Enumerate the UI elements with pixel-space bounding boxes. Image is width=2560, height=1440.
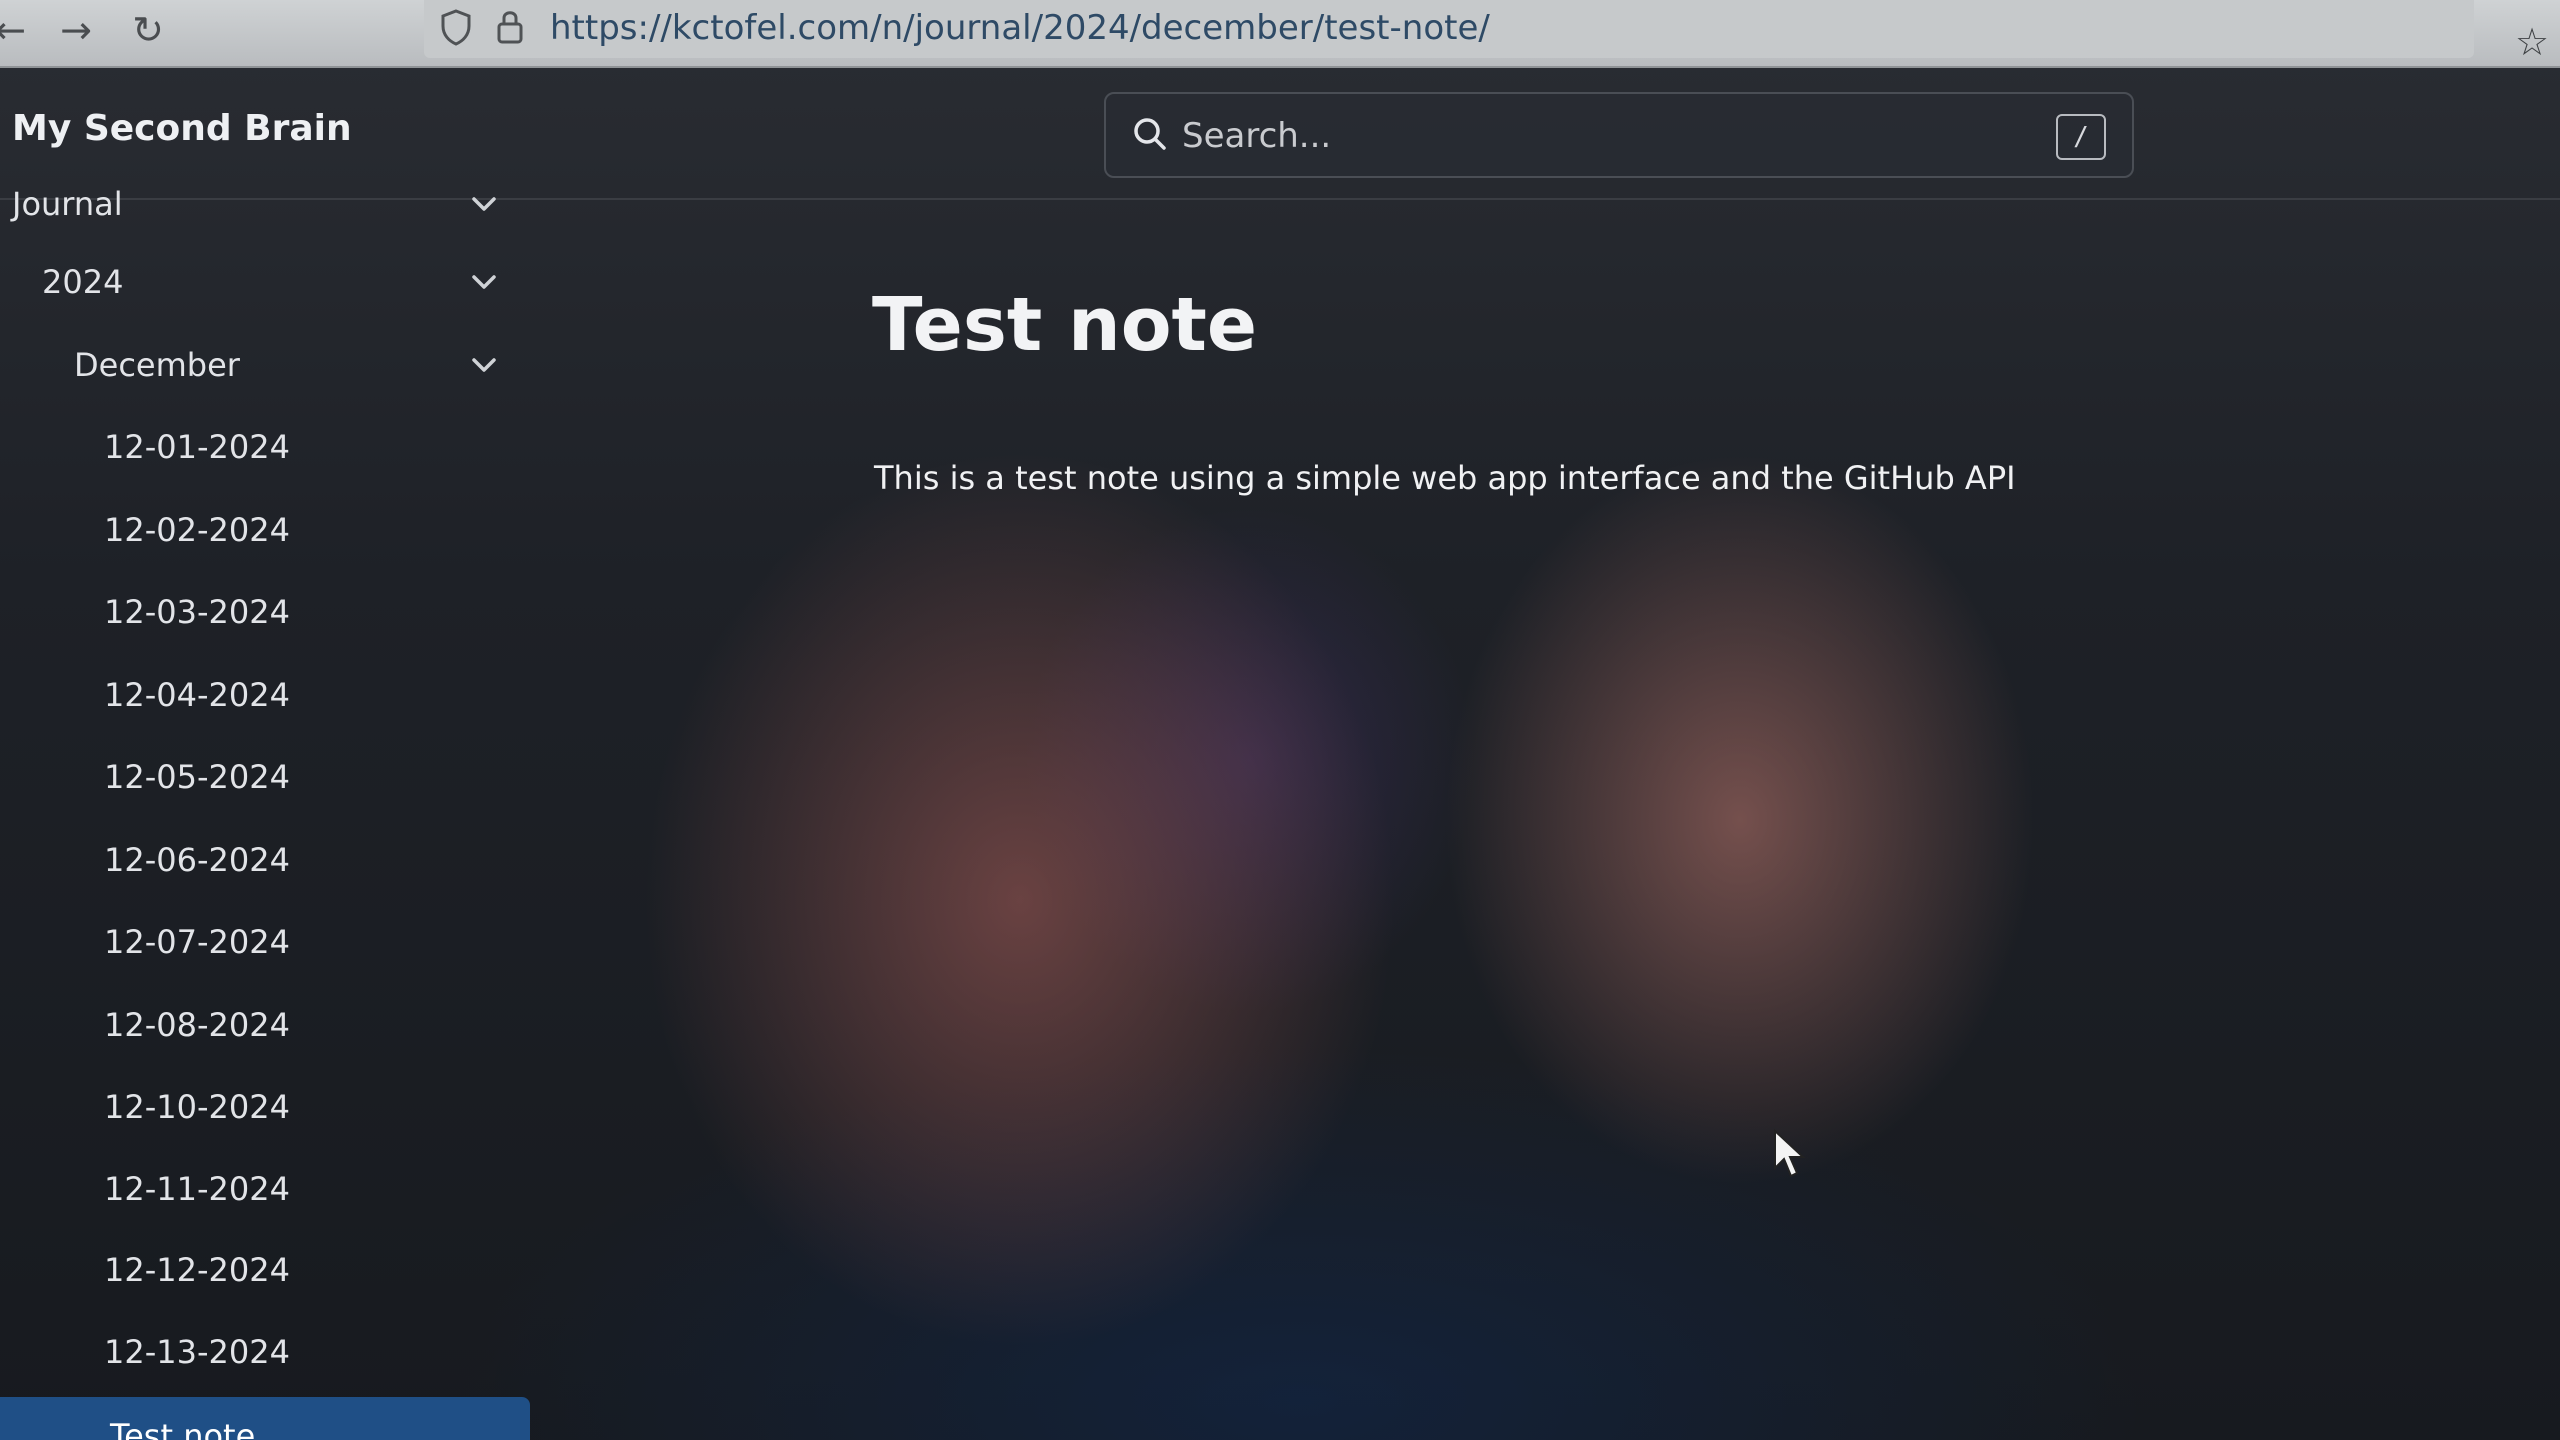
sidebar-item-12-11-2024[interactable]: 12-11-2024: [0, 1154, 520, 1224]
sidebar-section-label: December: [74, 346, 240, 384]
search-shortcut-hint: /: [2056, 114, 2106, 160]
search-bar[interactable]: /: [1104, 92, 2134, 178]
sidebar-item-label: 12-13-2024: [104, 1333, 290, 1371]
app-window: ← → ↻ https://kctofel.com/n/journal/2024…: [0, 0, 2560, 1440]
site-title[interactable]: My Second Brain: [12, 108, 352, 149]
url-text[interactable]: https://kctofel.com/n/journal/2024/decem…: [550, 6, 1490, 50]
sidebar-item-test-note[interactable]: Test note: [0, 1397, 530, 1440]
search-icon: [1134, 118, 1166, 150]
sidebar-item-label: 12-04-2024: [104, 676, 290, 714]
back-arrow-icon[interactable]: ←: [0, 6, 34, 54]
sidebar-section-label: 2024: [42, 263, 124, 301]
app-header: My Second Brain /: [0, 68, 2560, 200]
forward-arrow-icon[interactable]: →: [52, 6, 100, 54]
sidebar-item-label: 12-07-2024: [104, 923, 290, 961]
chevron-down-icon: [472, 358, 496, 372]
chevron-down-icon: [472, 275, 496, 289]
sidebar-section-label: Journal: [12, 185, 123, 223]
shield-icon-svg: [441, 9, 471, 46]
sidebar-item-label: 12-08-2024: [104, 1006, 290, 1044]
shield-icon[interactable]: [436, 8, 476, 48]
sidebar-item-12-13-2024[interactable]: 12-13-2024: [0, 1317, 520, 1387]
sidebar-item-12-02-2024[interactable]: 12-02-2024: [0, 495, 520, 565]
sidebar-item-label: 12-01-2024: [104, 428, 290, 466]
sidebar-nav: Journal 2024 December 12-01-2024 12-02-2…: [0, 185, 540, 1440]
lock-icon-svg: [497, 11, 523, 44]
sidebar-item-label: 12-02-2024: [104, 511, 290, 549]
lock-icon[interactable]: [490, 8, 530, 48]
sidebar-item-12-04-2024[interactable]: 12-04-2024: [0, 660, 520, 730]
browser-toolbar: ← → ↻ https://kctofel.com/n/journal/2024…: [0, 0, 2560, 68]
note-body: This is a test note using a simple web a…: [874, 459, 2016, 497]
sidebar-item-label: 12-05-2024: [104, 758, 290, 796]
search-input[interactable]: [1180, 108, 2014, 164]
sidebar-section-journal[interactable]: Journal: [0, 185, 520, 239]
sidebar-item-12-05-2024[interactable]: 12-05-2024: [0, 742, 520, 812]
sidebar-item-12-12-2024[interactable]: 12-12-2024: [0, 1235, 520, 1305]
star-icon[interactable]: ☆: [2508, 18, 2556, 66]
sidebar-item-label: 12-03-2024: [104, 593, 290, 631]
sidebar-item-label: Test note: [110, 1417, 256, 1440]
page-title: Test note: [872, 282, 1258, 368]
sidebar-section-2024[interactable]: 2024: [0, 247, 520, 317]
mouse-cursor-icon: [1774, 1128, 1806, 1178]
sidebar-item-label: 12-06-2024: [104, 841, 290, 879]
sidebar-item-12-06-2024[interactable]: 12-06-2024: [0, 825, 520, 895]
sidebar-item-12-10-2024[interactable]: 12-10-2024: [0, 1072, 520, 1142]
sidebar-item-label: 12-11-2024: [104, 1170, 290, 1208]
chevron-down-icon: [472, 197, 496, 211]
address-bar[interactable]: https://kctofel.com/n/journal/2024/decem…: [424, 0, 2474, 58]
sidebar-item-12-01-2024[interactable]: 12-01-2024: [0, 412, 520, 482]
reload-icon[interactable]: ↻: [124, 6, 172, 54]
sidebar-item-12-08-2024[interactable]: 12-08-2024: [0, 990, 520, 1060]
sidebar-item-label: 12-12-2024: [104, 1251, 290, 1289]
sidebar-item-12-07-2024[interactable]: 12-07-2024: [0, 907, 520, 977]
sidebar-section-december[interactable]: December: [0, 330, 520, 400]
sidebar-item-12-03-2024[interactable]: 12-03-2024: [0, 577, 520, 647]
sidebar-item-label: 12-10-2024: [104, 1088, 290, 1126]
